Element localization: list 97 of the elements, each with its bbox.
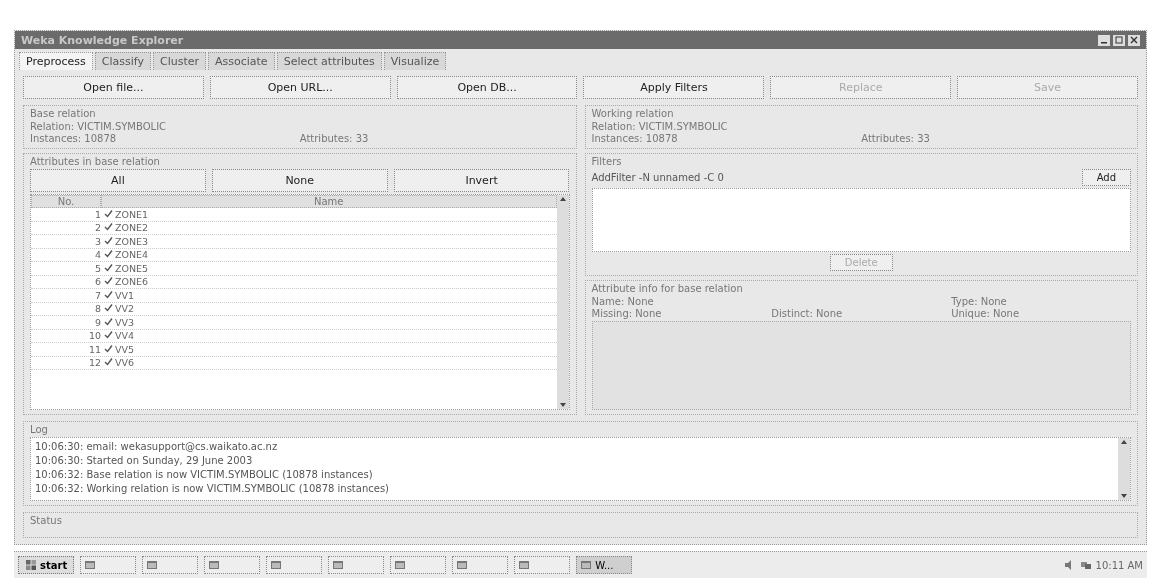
attribute-name[interactable]: VV6 xyxy=(115,357,557,369)
info-field: Missing: None xyxy=(591,308,772,319)
panel-title: Attribute info for base relation xyxy=(591,283,744,294)
log-line: 10:06:32: Base relation is now VICTIM.SYMBOLIC (10878 instances) xyxy=(35,468,374,482)
attribute-name[interactable]: ZONE3 xyxy=(115,235,557,247)
close-icon xyxy=(1130,36,1138,44)
scroll-down-icon[interactable] xyxy=(558,401,567,409)
row-number: 10 xyxy=(87,330,101,342)
tab[interactable]: Select attributes xyxy=(276,52,382,70)
row-number: 12 xyxy=(87,357,101,369)
panel-title: Attributes in base relation xyxy=(30,156,161,167)
row-number: 4 xyxy=(93,249,101,261)
row-number: 6 xyxy=(93,276,101,288)
log-line: 10:06:30: email: wekasupport@cs.waikato.ac.nz xyxy=(35,440,279,454)
relation-name: Relation: VICTIM.SYMBOLIC xyxy=(591,121,729,132)
relation-name: Relation: VICTIM.SYMBOLIC xyxy=(30,121,168,132)
scrollbar[interactable] xyxy=(556,195,569,409)
attribute-name[interactable]: VV1 xyxy=(115,289,557,301)
filter-name: AddFilter -N unnamed -C 0 xyxy=(591,172,724,183)
attribute-name[interactable]: VV5 xyxy=(115,343,557,355)
taskbar-button[interactable]: W... xyxy=(576,556,633,574)
select-button[interactable]: Invert xyxy=(393,169,570,192)
toolbar-button[interactable]: Apply Filters xyxy=(583,76,765,99)
info-field: Name: None xyxy=(591,296,772,307)
panel-title: Working relation xyxy=(591,108,675,119)
tab[interactable]: Preprocess xyxy=(19,52,93,70)
window-icon xyxy=(394,559,407,571)
taskbar-button[interactable] xyxy=(142,556,199,574)
attribute-name[interactable]: ZONE6 xyxy=(115,276,557,288)
attribute-name[interactable]: VV2 xyxy=(115,303,557,315)
panel-title: Base relation xyxy=(30,108,97,119)
window-icon xyxy=(146,559,159,571)
scroll-up-icon[interactable] xyxy=(558,195,567,203)
taskbar-button[interactable] xyxy=(266,556,323,574)
window-icon xyxy=(456,559,469,571)
panel-title: Log xyxy=(30,424,49,435)
log-line: 10:06:32: Working relation is now VICTIM.SYMBOLIC (10878 instances) xyxy=(35,482,390,496)
maximize-icon xyxy=(1115,36,1123,44)
window-icon xyxy=(580,559,593,571)
row-number: 1 xyxy=(93,208,101,220)
attributes-count: Attributes: 33 xyxy=(299,133,370,144)
taskbar-button[interactable] xyxy=(514,556,571,574)
toolbar-button[interactable]: Open URL... xyxy=(209,76,391,99)
tab[interactable]: Cluster xyxy=(152,52,206,70)
row-number: 2 xyxy=(93,222,101,234)
row-number: 9 xyxy=(93,316,101,328)
toolbar-button[interactable]: Open DB... xyxy=(396,76,578,99)
attribute-name[interactable]: ZONE2 xyxy=(115,222,557,234)
taskbar-button[interactable] xyxy=(328,556,385,574)
clock: 10:11 AM xyxy=(1095,559,1143,571)
scroll-down-icon[interactable] xyxy=(1120,492,1128,500)
log-line: 10:06:30: Started on Sunday, 29 June 2003 xyxy=(35,454,254,468)
select-button[interactable]: None xyxy=(211,169,388,192)
info-field: Type: None xyxy=(951,296,1131,307)
tab[interactable]: Visualize xyxy=(383,52,447,70)
maximize-button[interactable] xyxy=(1113,34,1125,46)
attributes-count: Attributes: 33 xyxy=(861,133,931,144)
add-button[interactable]: Add xyxy=(1081,169,1131,186)
column-header[interactable]: No. xyxy=(31,195,101,208)
panel-title: Filters xyxy=(591,156,623,167)
tab[interactable]: Classify xyxy=(94,52,151,70)
row-number: 8 xyxy=(93,303,101,315)
attribute-name[interactable]: VV3 xyxy=(115,316,557,328)
select-button[interactable]: All xyxy=(30,169,206,192)
window-title: Weka Knowledge Explorer xyxy=(21,33,184,47)
window-icon xyxy=(208,559,221,571)
scroll-up-icon[interactable] xyxy=(1120,438,1128,446)
info-field: Unique: None xyxy=(951,308,1131,319)
instances-count: Instances: 10878 xyxy=(30,133,118,144)
toolbar-button[interactable]: Open file... xyxy=(23,76,204,99)
column-header[interactable]: Name xyxy=(101,195,557,208)
taskbar-button[interactable] xyxy=(80,556,137,574)
info-field: Distinct: None xyxy=(771,308,952,319)
scrollbar[interactable] xyxy=(1118,438,1130,500)
minimize-button[interactable] xyxy=(1098,34,1110,46)
network-icon[interactable] xyxy=(1079,559,1092,571)
window-icon xyxy=(84,559,97,571)
row-number: 3 xyxy=(93,235,101,247)
attribute-name[interactable]: VV4 xyxy=(115,330,557,342)
windows-logo-icon xyxy=(25,559,37,571)
panel-title: Status xyxy=(30,515,63,526)
window-icon xyxy=(518,559,531,571)
taskbar-button[interactable] xyxy=(204,556,261,574)
taskbar-button[interactable] xyxy=(390,556,447,574)
attribute-name[interactable]: ZONE1 xyxy=(115,208,557,220)
row-number: 11 xyxy=(87,343,101,355)
tab[interactable]: Associate xyxy=(208,52,275,70)
close-button[interactable] xyxy=(1128,34,1140,46)
row-number: 7 xyxy=(93,289,101,301)
attribute-name[interactable]: ZONE5 xyxy=(115,262,557,274)
window-icon xyxy=(270,559,283,571)
taskbar-button[interactable] xyxy=(452,556,509,574)
start-button[interactable]: start xyxy=(18,556,75,574)
attribute-name[interactable]: ZONE4 xyxy=(115,249,557,261)
instances-count: Instances: 10878 xyxy=(591,133,679,144)
window-icon xyxy=(332,559,345,571)
row-number: 5 xyxy=(93,262,101,274)
